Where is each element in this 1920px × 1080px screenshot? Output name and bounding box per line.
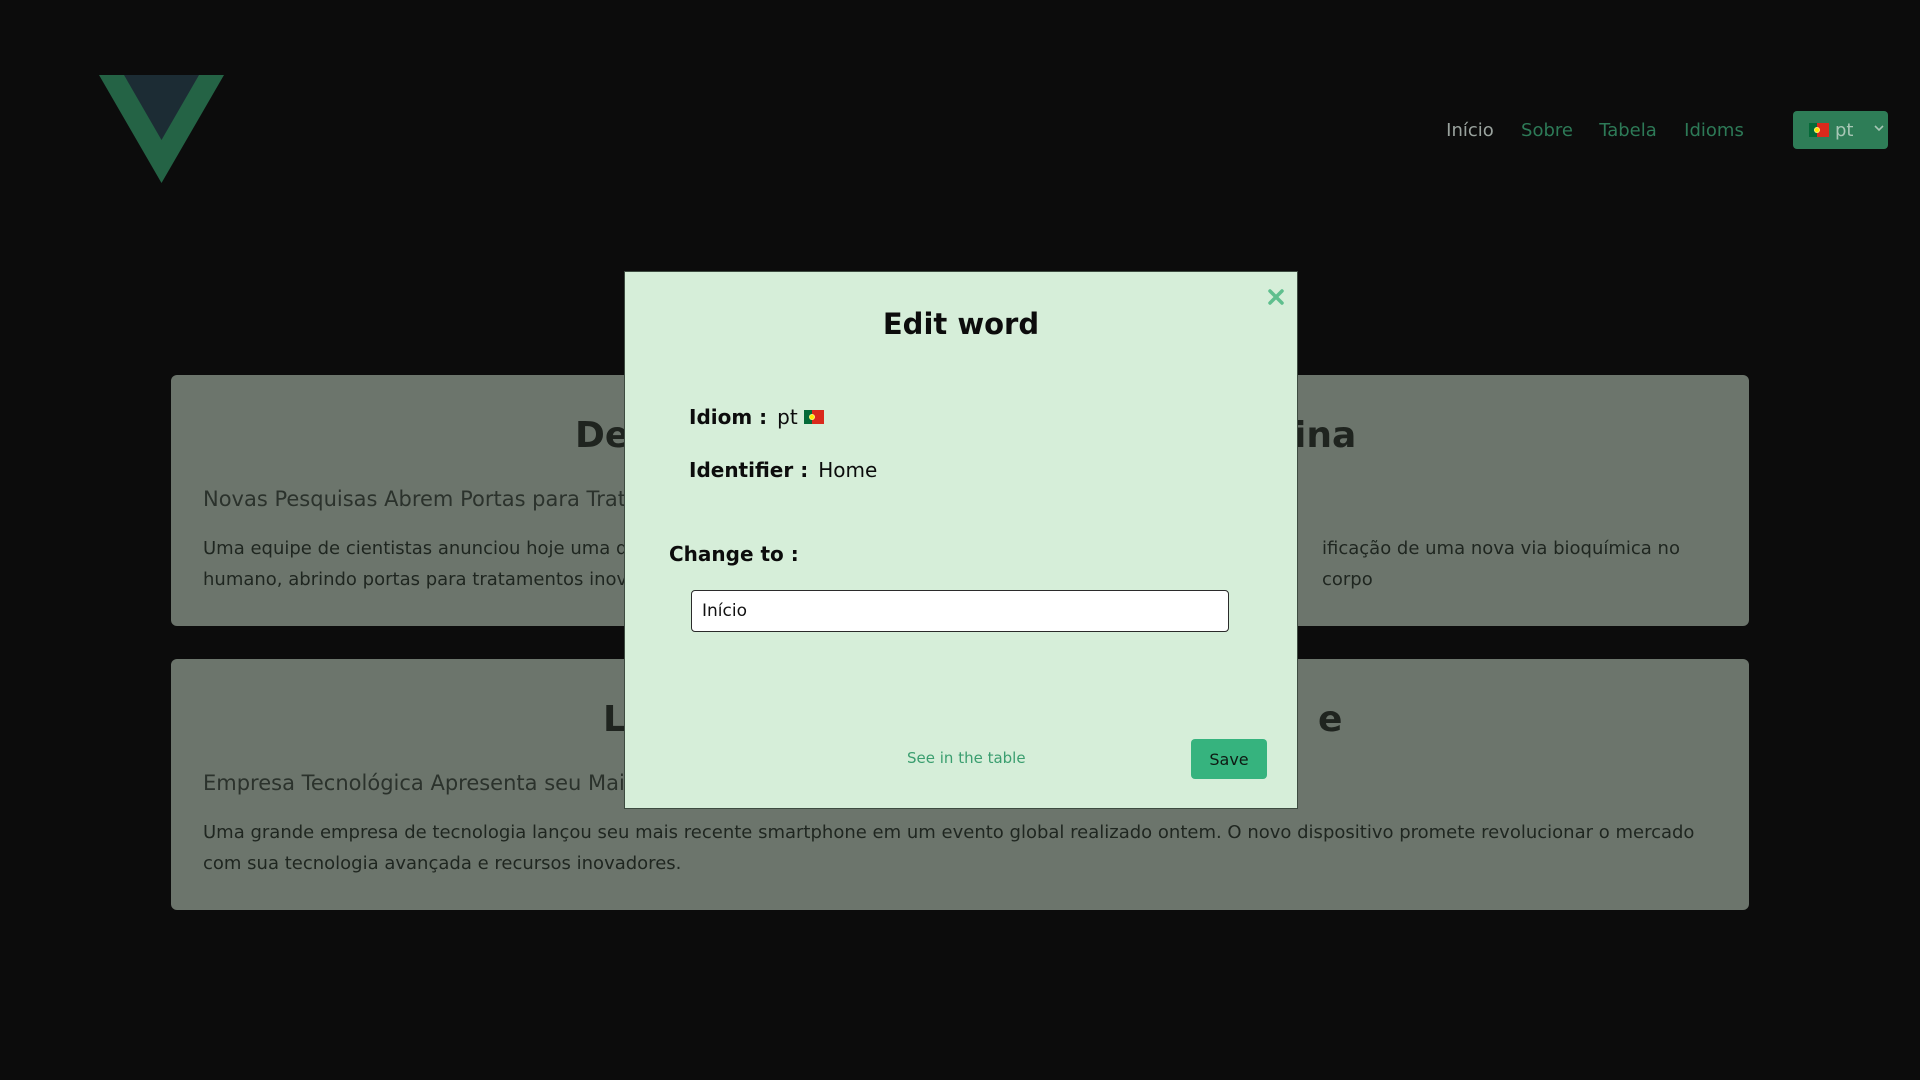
- change-to-input[interactable]: [691, 590, 1229, 632]
- portugal-flag-icon: [1809, 123, 1829, 137]
- identifier-row: Identifier : Home: [689, 458, 877, 482]
- article-subtitle: Empresa Tecnológica Apresenta seu Mais: [203, 771, 636, 795]
- nav-link-inicio[interactable]: Início: [1440, 120, 1500, 141]
- save-button[interactable]: Save: [1191, 739, 1267, 779]
- article-body: Uma grande empresa de tecnologia lançou …: [203, 822, 1695, 874]
- main-nav: Início Sobre Tabela Idioms: [1440, 112, 1749, 148]
- article-subtitle: Novas Pesquisas Abrem Portas para Trata: [203, 487, 639, 511]
- identifier-value: Home: [818, 458, 878, 482]
- change-to-label: Change to :: [669, 542, 799, 566]
- close-icon[interactable]: [1267, 288, 1285, 306]
- language-select[interactable]: pt: [1793, 111, 1888, 149]
- edit-word-modal: Edit word Idiom : pt Identifier : Home C…: [624, 271, 1298, 809]
- nav-link-idioms[interactable]: Idioms: [1679, 120, 1749, 141]
- see-in-table-link[interactable]: See in the table: [907, 749, 1026, 767]
- idiom-value: pt: [777, 405, 798, 429]
- nav-link-sobre[interactable]: Sobre: [1517, 120, 1577, 141]
- modal-title: Edit word: [882, 307, 1040, 341]
- chevron-down-icon: [1874, 125, 1884, 132]
- language-value: pt: [1835, 119, 1854, 141]
- idiom-row: Idiom : pt: [689, 405, 824, 429]
- vue-logo-icon[interactable]: [99, 75, 224, 183]
- portugal-flag-icon: [803, 410, 824, 424]
- identifier-label: Identifier :: [689, 458, 809, 482]
- idiom-label: Idiom :: [689, 405, 768, 429]
- nav-link-tabela[interactable]: Tabela: [1593, 120, 1663, 141]
